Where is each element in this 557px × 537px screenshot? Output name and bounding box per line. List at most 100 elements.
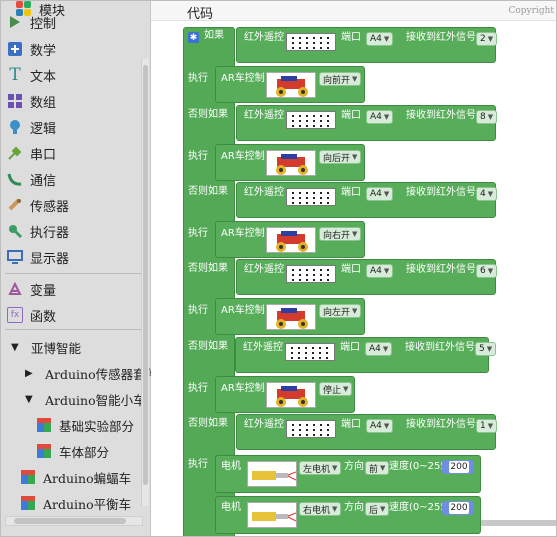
car-action-dropdown[interactable]: 停止 ▼ [319,382,353,396]
port-dropdown[interactable]: A4 ▼ [366,187,394,201]
signal-dropdown[interactable]: 2 ▼ [476,32,498,46]
port-dropdown[interactable]: A4 ▼ [366,32,394,46]
category-serial[interactable]: 串口 [7,141,143,165]
signal-value: 2 [480,34,486,44]
signal-dropdown[interactable]: 6 ▼ [476,264,498,278]
chevron-down-icon: ▼ [487,113,494,121]
divider [5,329,141,330]
tree-item-basic[interactable]: 基础实验部分 [37,413,134,437]
signal-value: 6 [480,266,486,276]
port-dropdown[interactable]: A4 ▼ [366,419,394,433]
tab-code[interactable]: 代码 [187,3,213,22]
chevron-down-icon: ▼ [380,505,386,513]
ir-label: 红外遥控 [244,110,284,121]
scrollbar-thumb[interactable] [14,518,126,524]
car-image [266,304,316,330]
do-keyword: 执行 [188,305,208,316]
signal-value: 5 [479,344,485,354]
car-image [266,382,316,408]
chevron-down-icon: ▼ [487,267,494,275]
port-dropdown[interactable]: A4 ▼ [365,342,393,356]
toolbox-vertical-scrollbar[interactable] [141,59,149,506]
actuator-icon [7,223,23,239]
gear-icon[interactable]: ✱ [188,32,199,43]
category-actuator[interactable]: 执行器 [7,219,143,243]
speed-value[interactable]: 200 [449,461,469,473]
category-label: 逻辑 [30,121,57,137]
car-action-dropdown[interactable]: 向左开 ▼ [319,304,362,318]
category-label: 函数 [30,309,57,325]
tree-item-smart-car[interactable]: ▼ Arduino智能小车 [25,387,146,411]
category-logic[interactable]: 逻辑 [7,115,143,139]
port-value: A4 [370,266,382,276]
tree-item-balance-car[interactable]: Arduino平衡车 [21,491,131,515]
car-control-label: AR车控制 [221,151,265,162]
signal-dropdown[interactable]: 4 ▼ [476,187,498,201]
category-display[interactable]: 显示器 [7,245,143,269]
direction-dropdown[interactable]: 后 ▼ [365,502,390,516]
direction-label: 方向 [344,461,364,472]
category-variable[interactable]: 变量 [7,277,143,301]
category-communication[interactable]: 通信 [7,167,143,191]
port-value: A4 [370,189,382,199]
chevron-down-icon: ▼ [487,190,494,198]
action-value: 向左开 [323,307,351,318]
tree-label: Arduino蝙蝠车 [43,470,132,486]
app-window: 模块 控制 数学 T 文本 数组 逻辑 串口 通信 传感器 执行器 显示器 变量… [0,0,557,537]
else-if-keyword: 否则如果 [188,418,228,429]
category-control[interactable]: 控制 [7,15,143,29]
workspace-scrollbar[interactable] [479,520,556,526]
category-label: 显示器 [30,251,70,267]
port-dropdown[interactable]: A4 ▼ [366,110,394,124]
signal-dropdown[interactable]: 8 ▼ [476,110,498,124]
car-action-dropdown[interactable]: 向右开 ▼ [319,227,362,241]
tree-item-root[interactable]: ▼ 亚博智能 [11,335,81,359]
receive-label: 接收到红外信号 [406,187,476,198]
category-math[interactable]: 数学 [7,37,143,61]
speed-number-block[interactable]: 200 [442,501,474,515]
copyright-text: Copyright [508,6,554,16]
category-sensor[interactable]: 传感器 [7,193,143,217]
chevron-down-icon: ▼ [487,35,494,43]
tree-label: 车体部分 [59,444,110,460]
direction-value: 前 [369,464,379,475]
chevron-down-icon: ▼ [352,75,358,83]
category-function[interactable]: fx 函数 [7,303,143,327]
car-control-label: AR车控制 [221,228,265,239]
tree-item-bat-car[interactable]: Arduino蝙蝠车 [21,465,131,489]
tree-item-body[interactable]: 车体部分 [37,439,109,463]
signal-dropdown[interactable]: 1 ▼ [476,419,498,433]
car-action-dropdown[interactable]: 向前开 ▼ [319,72,362,86]
speed-number-block[interactable]: 200 [442,460,474,474]
car-action-dropdown[interactable]: 向后开 ▼ [319,150,362,164]
receive-label: 接收到红外信号 [406,32,476,43]
category-array[interactable]: 数组 [7,89,143,113]
if-keyword: 如果 [204,30,224,41]
tree-item-sensor-kit[interactable]: ▶ Arduino传感器套件 [25,361,158,385]
signal-dropdown[interactable]: 5 ▼ [475,342,497,356]
speed-value[interactable]: 200 [449,502,469,514]
do-keyword: 执行 [188,151,208,162]
scrollbar-thumb[interactable] [143,65,148,485]
port-label: 端口 [341,187,361,198]
motor-select-dropdown[interactable]: 右电机 ▼ [299,502,342,516]
car-control-label: AR车控制 [221,305,265,316]
chevron-down-icon: ▼ [383,422,390,430]
tree-label: Arduino平衡车 [43,496,132,512]
chevron-down-icon: ▼ [332,464,338,472]
motor-label: 电机 [221,461,241,472]
chevron-down-icon: ▼ [486,345,493,353]
direction-dropdown[interactable]: 前 ▼ [365,461,390,475]
category-text[interactable]: T 文本 [7,63,143,87]
action-value: 向后开 [323,153,351,164]
car-control-label: AR车控制 [221,383,265,394]
sensor-icon [7,197,23,213]
category-label: 通信 [30,173,57,189]
motor-select-dropdown[interactable]: 左电机 ▼ [299,461,342,475]
code-tab-bar: 代码 Copyright [151,1,556,22]
port-dropdown[interactable]: A4 ▼ [366,264,394,278]
port-label: 端口 [341,419,361,430]
motor-image [247,461,297,487]
toolbox-horizontal-scrollbar[interactable] [5,516,143,526]
do-keyword: 执行 [188,383,208,394]
